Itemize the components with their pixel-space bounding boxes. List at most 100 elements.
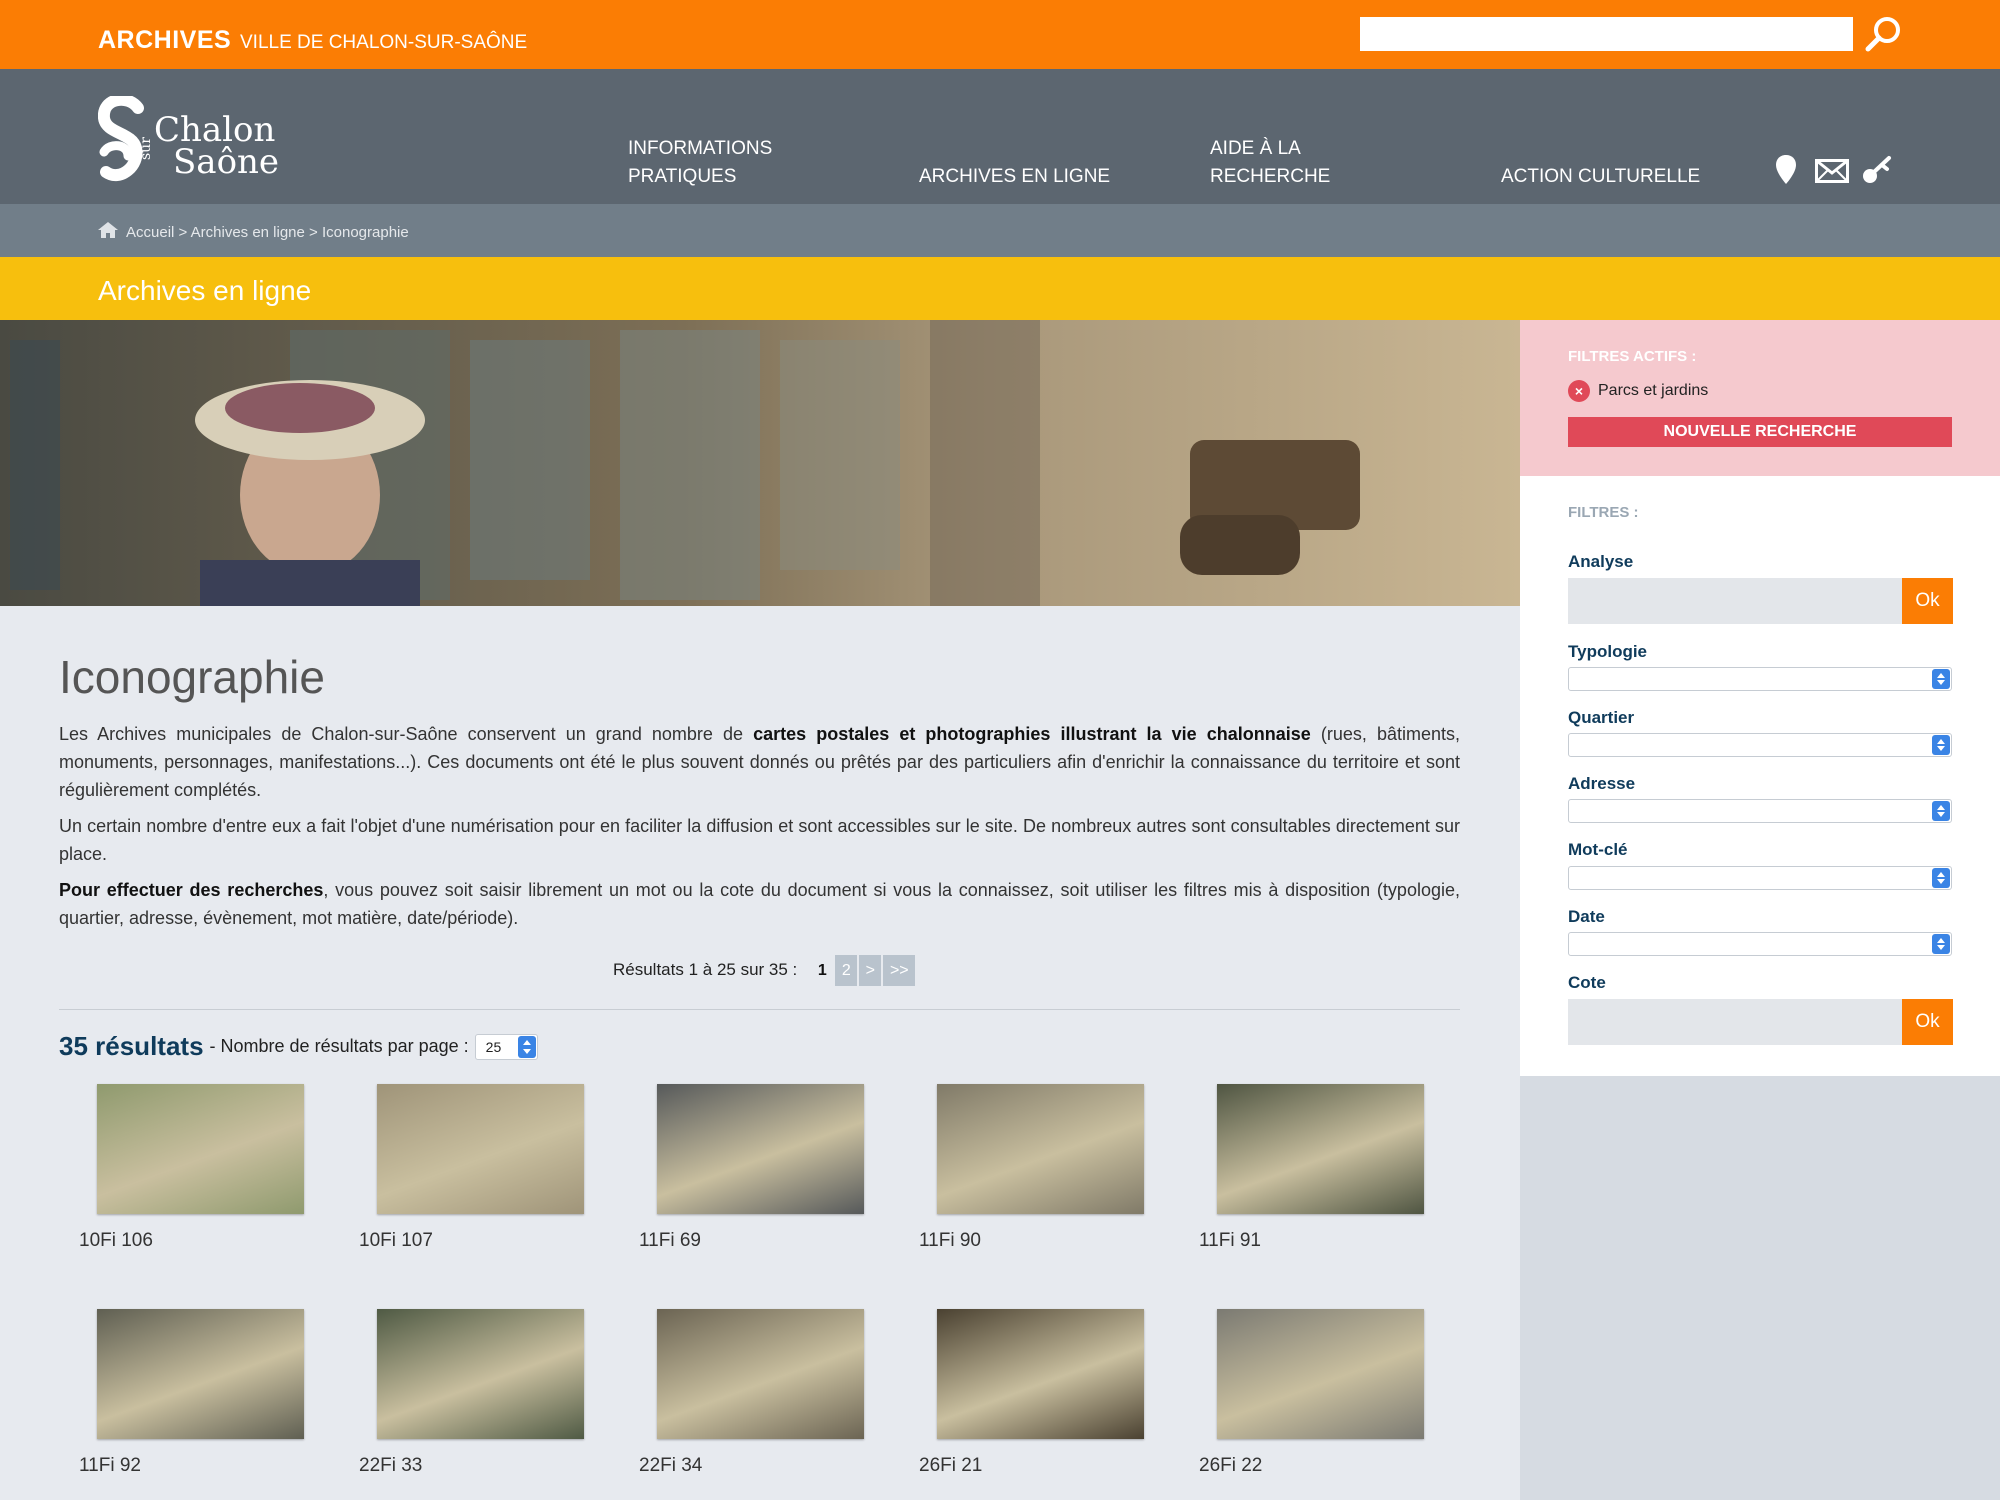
search-icon bbox=[1865, 17, 1900, 52]
result-thumbnail[interactable] bbox=[97, 1309, 304, 1439]
result-code[interactable]: 26Fi 21 bbox=[919, 1455, 1144, 1477]
page-2[interactable]: 2 bbox=[835, 954, 858, 986]
search-input[interactable] bbox=[1360, 17, 1853, 51]
breadcrumb-separator: > bbox=[304, 224, 322, 241]
filters-title: FILTRES : bbox=[1568, 504, 1639, 521]
per-page-value: 25 bbox=[485, 1038, 502, 1055]
mail-icon[interactable] bbox=[1815, 159, 1849, 183]
filter-label-cote: Cote bbox=[1568, 973, 1606, 992]
result-thumbnail[interactable] bbox=[377, 1084, 584, 1214]
result-thumbnail[interactable] bbox=[97, 1084, 304, 1214]
main-content: Iconographie Les Archives municipales de… bbox=[59, 650, 1460, 940]
result-item[interactable]: 10Fi 107 bbox=[359, 1084, 584, 1252]
result-item[interactable]: 11Fi 92 bbox=[79, 1309, 304, 1477]
breadcrumb-home[interactable]: Accueil bbox=[126, 224, 174, 241]
nav-informations-pratiques[interactable]: INFORMATIONS PRATIQUES bbox=[628, 135, 788, 191]
result-thumbnail[interactable] bbox=[1217, 1084, 1424, 1214]
quartier-select[interactable] bbox=[1568, 733, 1952, 757]
result-item[interactable]: 26Fi 22 bbox=[1199, 1309, 1424, 1477]
select-arrows-icon bbox=[517, 1035, 536, 1058]
sidebar-background bbox=[1520, 1076, 2000, 1500]
results-count: 35 résultats bbox=[59, 1031, 204, 1061]
result-item[interactable]: 11Fi 69 bbox=[639, 1084, 864, 1252]
result-item[interactable]: 26Fi 21 bbox=[919, 1309, 1144, 1477]
nav-aide-a-la-recherche[interactable]: AIDE À LA RECHERCHE bbox=[1210, 135, 1340, 191]
last-page-button[interactable]: >> bbox=[883, 954, 916, 986]
new-search-button[interactable]: NOUVELLE RECHERCHE bbox=[1568, 417, 1952, 447]
result-thumbnail[interactable] bbox=[657, 1309, 864, 1439]
intro-paragraph-3: Pour effectuer des recherches, vous pouv… bbox=[59, 880, 1460, 928]
main-navigation: Chalon sur Saône INFORMATIONS PRATIQUES … bbox=[0, 69, 2000, 204]
per-page-label: - Nombre de résultats par page : bbox=[209, 1036, 469, 1056]
filter-label-adresse: Adresse bbox=[1568, 774, 1636, 793]
result-thumbnail[interactable] bbox=[377, 1309, 584, 1439]
nav-archives-en-ligne[interactable]: ARCHIVES EN LIGNE bbox=[919, 163, 1110, 191]
filter-label-analyse: Analyse bbox=[1568, 552, 1634, 571]
filters-panel: FILTRES : Analyse Ok Typologie Quartier … bbox=[1520, 476, 2000, 1076]
result-item[interactable]: 10Fi 106 bbox=[79, 1084, 304, 1252]
analyse-input[interactable] bbox=[1568, 578, 1902, 624]
banner-image bbox=[0, 320, 1520, 606]
active-filters-panel: FILTRES ACTIFS : × Parcs et jardins NOUV… bbox=[1520, 320, 2000, 476]
filter-label-typologie: Typologie bbox=[1568, 642, 1648, 661]
result-item[interactable]: 11Fi 91 bbox=[1199, 1084, 1424, 1252]
pagination: Résultats 1 à 25 sur 35 : 1 2 > >> bbox=[613, 954, 916, 986]
section-title: Archives en ligne bbox=[98, 275, 312, 306]
result-code[interactable]: 10Fi 106 bbox=[79, 1230, 304, 1252]
date-select[interactable] bbox=[1568, 932, 1952, 956]
select-arrows-icon bbox=[1932, 934, 1950, 954]
cote-input[interactable] bbox=[1568, 999, 1902, 1045]
remove-filter-icon[interactable]: × bbox=[1568, 380, 1590, 402]
breadcrumb-archives-en-ligne[interactable]: Archives en ligne bbox=[191, 224, 305, 241]
top-bar: ARCHIVES VILLE DE CHALON-SUR-SAÔNE bbox=[0, 0, 2000, 69]
intro-paragraph-1: Les Archives municipales de Chalon-sur-S… bbox=[59, 724, 1460, 800]
breadcrumb-separator: > bbox=[174, 224, 191, 241]
active-filter-chip[interactable]: × Parcs et jardins bbox=[1568, 380, 1708, 402]
result-code[interactable]: 26Fi 22 bbox=[1199, 1455, 1424, 1477]
typologie-select[interactable] bbox=[1568, 667, 1952, 691]
home-icon[interactable] bbox=[98, 222, 118, 238]
mot-cle-select[interactable] bbox=[1568, 866, 1952, 890]
page-title: Iconographie bbox=[59, 651, 325, 703]
select-arrows-icon bbox=[1932, 801, 1950, 821]
result-item[interactable]: 22Fi 33 bbox=[359, 1309, 584, 1477]
map-pin-icon[interactable] bbox=[1776, 155, 1796, 185]
select-arrows-icon bbox=[1932, 669, 1950, 689]
per-page-select[interactable]: 25 bbox=[474, 1033, 538, 1060]
intro-paragraph-2: Un certain nombre d'entre eux a fait l'o… bbox=[59, 816, 1460, 864]
divider bbox=[59, 1009, 1460, 1010]
section-heading-bar: Archives en ligne bbox=[0, 257, 2000, 320]
result-code[interactable]: 10Fi 107 bbox=[359, 1230, 584, 1252]
analyse-ok-button[interactable]: Ok bbox=[1902, 578, 1953, 624]
key-icon[interactable] bbox=[1862, 155, 1892, 185]
site-city: VILLE DE CHALON-SUR-SAÔNE bbox=[240, 32, 528, 53]
result-thumbnail[interactable] bbox=[1217, 1309, 1424, 1439]
result-item[interactable]: 11Fi 90 bbox=[919, 1084, 1144, 1252]
result-item[interactable]: 22Fi 34 bbox=[639, 1309, 864, 1477]
result-code[interactable]: 11Fi 92 bbox=[79, 1455, 304, 1477]
site-brand[interactable]: ARCHIVES bbox=[98, 26, 231, 55]
logo-text-saone: Saône bbox=[173, 142, 280, 182]
result-thumbnail[interactable] bbox=[657, 1084, 864, 1214]
result-code[interactable]: 22Fi 34 bbox=[639, 1455, 864, 1477]
result-code[interactable]: 11Fi 90 bbox=[919, 1230, 1144, 1252]
select-arrows-icon bbox=[1932, 868, 1950, 888]
results-summary: Résultats 1 à 25 sur 35 : bbox=[613, 960, 798, 979]
nav-action-culturelle[interactable]: ACTION CULTURELLE bbox=[1501, 163, 1700, 191]
chalon-logo[interactable]: Chalon sur Saône bbox=[98, 96, 280, 188]
active-filter-label: Parcs et jardins bbox=[1598, 382, 1709, 399]
cote-ok-button[interactable]: Ok bbox=[1902, 999, 1953, 1045]
result-code[interactable]: 22Fi 33 bbox=[359, 1455, 584, 1477]
result-code[interactable]: 11Fi 69 bbox=[639, 1230, 864, 1252]
result-thumbnail[interactable] bbox=[937, 1084, 1144, 1214]
active-filters-title: FILTRES ACTIFS : bbox=[1568, 348, 1697, 365]
logo-text-sur: sur bbox=[138, 137, 154, 160]
result-thumbnail[interactable] bbox=[937, 1309, 1144, 1439]
search-button[interactable] bbox=[1862, 14, 1904, 54]
filter-label-date: Date bbox=[1568, 907, 1605, 926]
breadcrumb-iconographie: Iconographie bbox=[321, 224, 409, 241]
page-1[interactable]: 1 bbox=[811, 955, 833, 986]
result-code[interactable]: 11Fi 91 bbox=[1199, 1230, 1424, 1252]
next-page-button[interactable]: > bbox=[859, 954, 882, 986]
adresse-select[interactable] bbox=[1568, 799, 1952, 823]
